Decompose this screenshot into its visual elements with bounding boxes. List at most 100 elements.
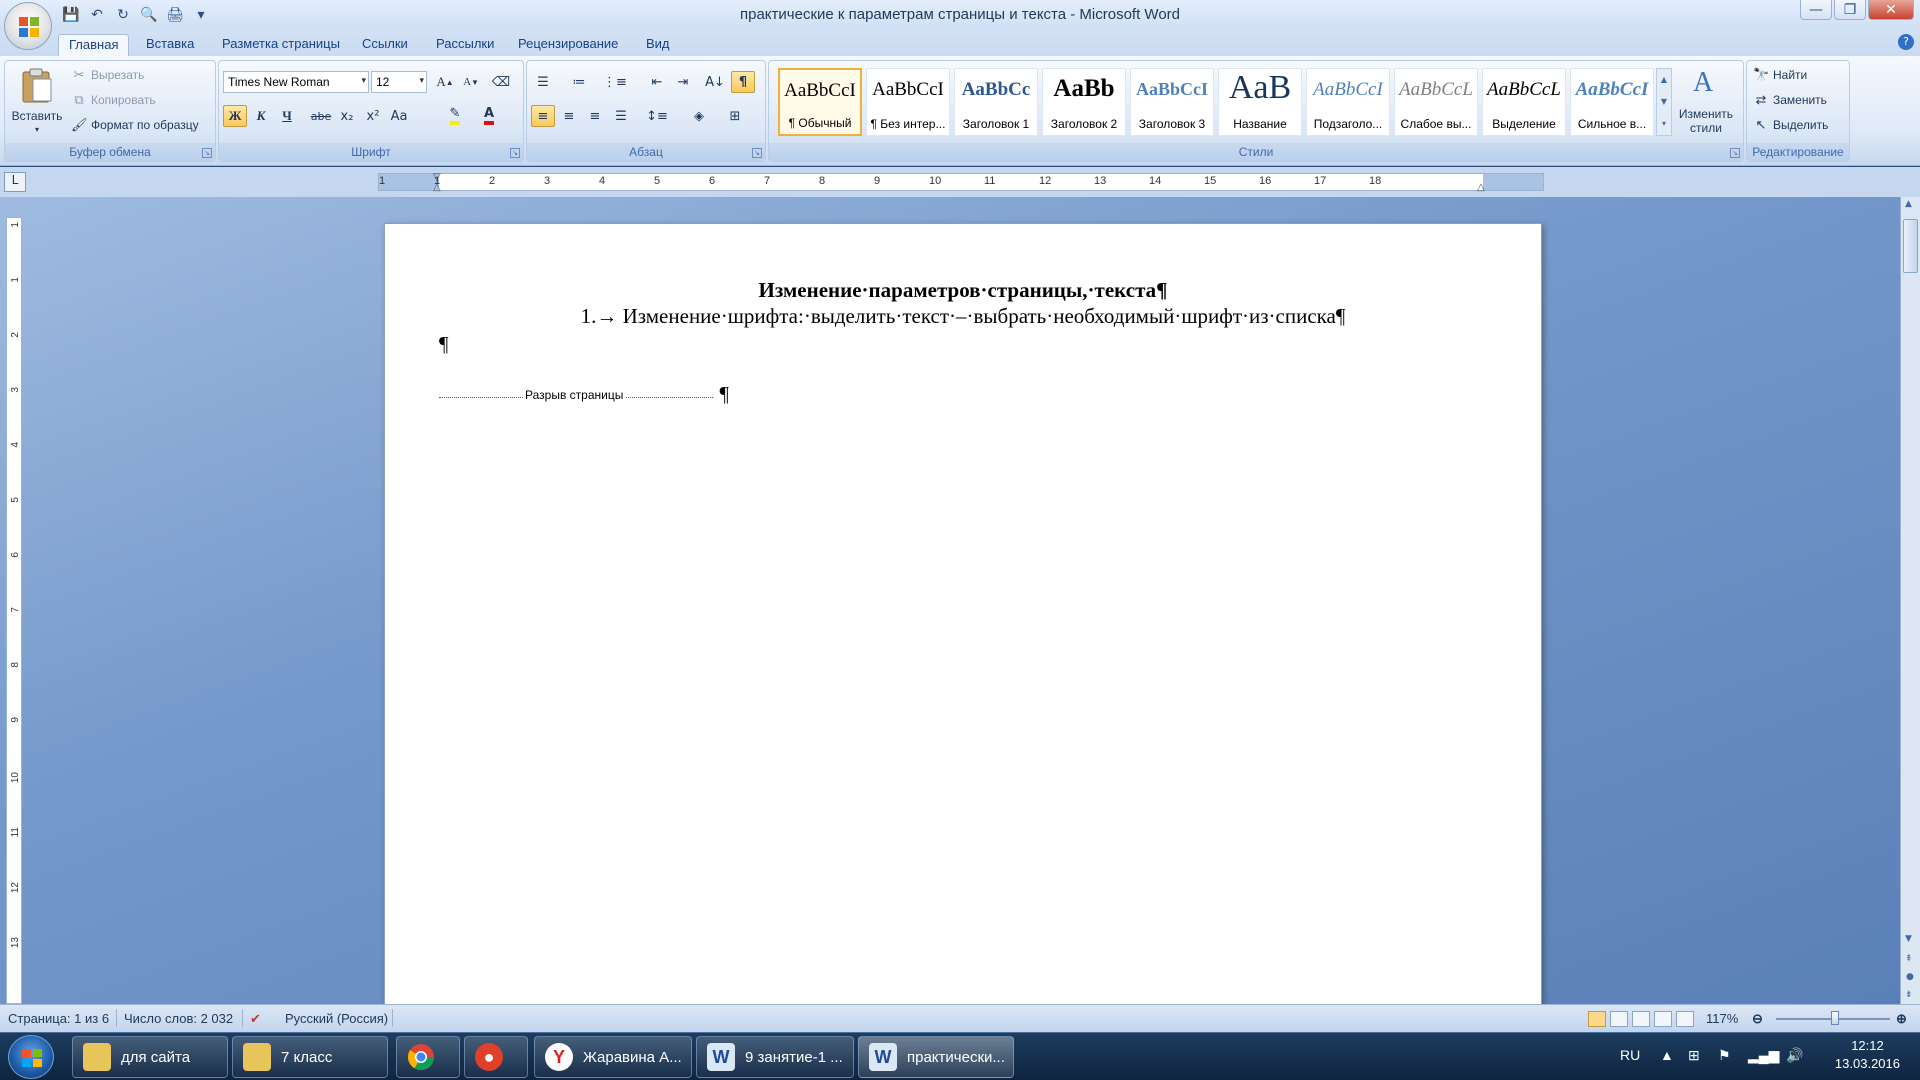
help-icon[interactable]: ? (1898, 34, 1914, 50)
zoom-slider-thumb[interactable] (1831, 1011, 1840, 1025)
next-page-icon[interactable]: ⇟ (1905, 990, 1913, 1000)
scrollbar-thumb[interactable] (1903, 219, 1918, 273)
cut-button[interactable]: ✂ Вырезать (71, 67, 145, 83)
minimize-button[interactable]: — (1800, 0, 1832, 20)
document-page[interactable]: Изменение·параметров·страницы,·текста¶ 1… (384, 223, 1542, 1004)
line-spacing-button[interactable]: ↕≡ (645, 105, 669, 127)
chevron-up-icon[interactable]: ▲ (1657, 69, 1671, 91)
shrink-font-button[interactable]: A ▼ (459, 71, 483, 93)
document-heading[interactable]: Изменение·параметров·страницы,·текста¶ (385, 278, 1541, 303)
zoom-level[interactable]: 117% (1706, 1011, 1738, 1026)
close-button[interactable]: ✕ (1868, 0, 1914, 20)
styles-gallery-scroll[interactable]: ▲ ▼ ▾ (1656, 68, 1672, 136)
tab-page-layout[interactable]: Разметка страницы (212, 34, 350, 56)
align-right-button[interactable]: ≡ (583, 105, 607, 127)
style-normal[interactable]: AaBbCcI ¶ Обычный (778, 68, 862, 136)
highlight-button[interactable]: ✎ (443, 105, 467, 127)
windows-icon[interactable]: ⊞ (1688, 1047, 1700, 1064)
maximize-button[interactable]: ❐ (1834, 0, 1866, 20)
system-clock[interactable]: 12:12 13.03.2016 (1835, 1037, 1900, 1073)
print-layout-view-icon[interactable] (1588, 1011, 1606, 1027)
grow-font-button[interactable]: A ▲ (433, 71, 457, 93)
taskbar-item-folder-class[interactable]: 7 класс (232, 1036, 388, 1078)
paragraph-launcher-icon[interactable]: ↘ (752, 148, 762, 158)
numbering-button[interactable]: ≔ (567, 71, 591, 93)
previous-page-icon[interactable]: ⇞ (1905, 954, 1913, 964)
input-language[interactable]: RU (1620, 1047, 1640, 1063)
vertical-ruler[interactable]: 1 1 2 3 4 5 6 7 8 9 10 11 12 13 (6, 217, 22, 1004)
align-left-button[interactable]: ≡ (531, 105, 555, 127)
style-no-spacing[interactable]: AaBbCcI ¶ Без интер... (866, 68, 950, 136)
italic-button[interactable]: К (249, 105, 273, 127)
taskbar-item-chrome[interactable] (396, 1036, 460, 1078)
page-count[interactable]: Страница: 1 из 6 (8, 1011, 109, 1026)
document-list-item[interactable]: 1.→ Изменение·шрифта:·выделить·текст·–·в… (385, 304, 1541, 329)
tab-view[interactable]: Вид (636, 34, 680, 56)
style-heading-3[interactable]: AaBbCcI Заголовок 3 (1130, 68, 1214, 136)
bullets-button[interactable]: ☰ (531, 71, 555, 93)
clipboard-launcher-icon[interactable]: ↘ (202, 148, 212, 158)
font-color-button[interactable]: A (477, 105, 501, 127)
style-heading-2[interactable]: AaBb Заголовок 2 (1042, 68, 1126, 136)
chevron-down-icon[interactable]: ▼ (1657, 91, 1671, 113)
scroll-up-icon[interactable]: ▲ (1905, 199, 1912, 209)
action-center-flag-icon[interactable]: ⚑ (1718, 1047, 1731, 1064)
select-button[interactable]: ↖ Выделить (1753, 117, 1829, 133)
change-case-button[interactable]: Aa (387, 105, 411, 127)
draft-view-icon[interactable] (1676, 1011, 1694, 1027)
web-layout-view-icon[interactable] (1632, 1011, 1650, 1027)
tab-mailings[interactable]: Рассылки (426, 34, 504, 56)
clear-formatting-button[interactable]: ⌫ (489, 71, 513, 93)
horizontal-ruler[interactable]: ▽ △ △ 1 1 2 3 4 5 6 7 8 9 10 11 12 13 14 15 16 17 18 (378, 172, 1544, 193)
show-marks-button[interactable]: ¶ (731, 71, 755, 93)
underline-button[interactable]: Ч (275, 105, 299, 127)
word-count[interactable]: Число слов: 2 032 (124, 1011, 233, 1026)
start-button[interactable] (8, 1035, 54, 1079)
replace-button[interactable]: ⇄ Заменить (1753, 92, 1827, 108)
outline-view-icon[interactable] (1654, 1011, 1672, 1027)
tab-references[interactable]: Ссылки (352, 34, 418, 56)
volume-icon[interactable]: 🔊 (1786, 1047, 1803, 1064)
browse-object-icon[interactable]: ● (1906, 972, 1914, 982)
font-name-combo[interactable]: Times New Roman ▾ (223, 71, 369, 93)
font-size-combo[interactable]: 12 ▾ (371, 71, 427, 93)
language-indicator[interactable]: Русский (Россия) (285, 1011, 388, 1026)
multilevel-list-button[interactable]: ⋮≡ (603, 71, 627, 93)
tab-home[interactable]: Главная (58, 34, 130, 56)
more-icon[interactable]: ▾ (1657, 113, 1671, 135)
subscript-button[interactable]: x₂ (335, 105, 359, 127)
style-heading-1[interactable]: AaBbCc Заголовок 1 (954, 68, 1038, 136)
bold-button[interactable]: Ж (223, 105, 247, 127)
full-screen-view-icon[interactable] (1610, 1011, 1628, 1027)
right-indent-marker[interactable]: △ (1477, 182, 1485, 193)
taskbar-item-folder-site[interactable]: для сайта (72, 1036, 228, 1078)
empty-paragraph-mark[interactable]: ¶ (439, 332, 449, 357)
format-painter-button[interactable]: 🖌 Формат по образцу (71, 117, 199, 133)
page-break[interactable]: Разрыв страницы ¶ (439, 382, 729, 408)
copy-button[interactable]: ⧉ Копировать (71, 92, 155, 108)
justify-button[interactable]: ☰ (609, 105, 633, 127)
taskbar-item-app[interactable]: ● (464, 1036, 528, 1078)
sort-button[interactable]: A↓ (703, 71, 727, 93)
borders-button[interactable]: ⊞ (723, 105, 747, 127)
superscript-button[interactable]: x² (361, 105, 385, 127)
zoom-in-icon[interactable]: ⊕ (1896, 1011, 1907, 1027)
taskbar-item-yandex[interactable]: Y Жаравина А... (534, 1036, 692, 1078)
find-button[interactable]: 🔭 Найти (1753, 67, 1807, 83)
shading-button[interactable]: ◈ (687, 105, 711, 127)
style-intense-emphasis[interactable]: AaBbCcI Сильное в... (1570, 68, 1654, 136)
paste-button[interactable]: Вставить ▾ (9, 65, 65, 141)
scroll-down-icon[interactable]: ▼ (1905, 934, 1912, 944)
tab-selector[interactable]: L (4, 172, 26, 192)
taskbar-item-word-lesson[interactable]: W 9 занятие-1 ... (696, 1036, 854, 1078)
network-icon[interactable]: ▂▄▆ (1748, 1047, 1779, 1064)
tab-insert[interactable]: Вставка (136, 34, 204, 56)
style-subtitle[interactable]: AaBbCcI Подзаголо... (1306, 68, 1390, 136)
proofing-icon[interactable]: ✔ (250, 1011, 261, 1027)
taskbar-item-word-practical[interactable]: W практически... (858, 1036, 1014, 1078)
office-button[interactable] (4, 2, 52, 50)
change-styles-button[interactable]: A Изменить стили (1671, 65, 1741, 141)
align-center-button[interactable]: ≡ (557, 105, 581, 127)
vertical-scrollbar[interactable]: ▲ ▼ ⇞ ● ⇟ (1900, 197, 1920, 1004)
styles-launcher-icon[interactable]: ↘ (1730, 148, 1740, 158)
